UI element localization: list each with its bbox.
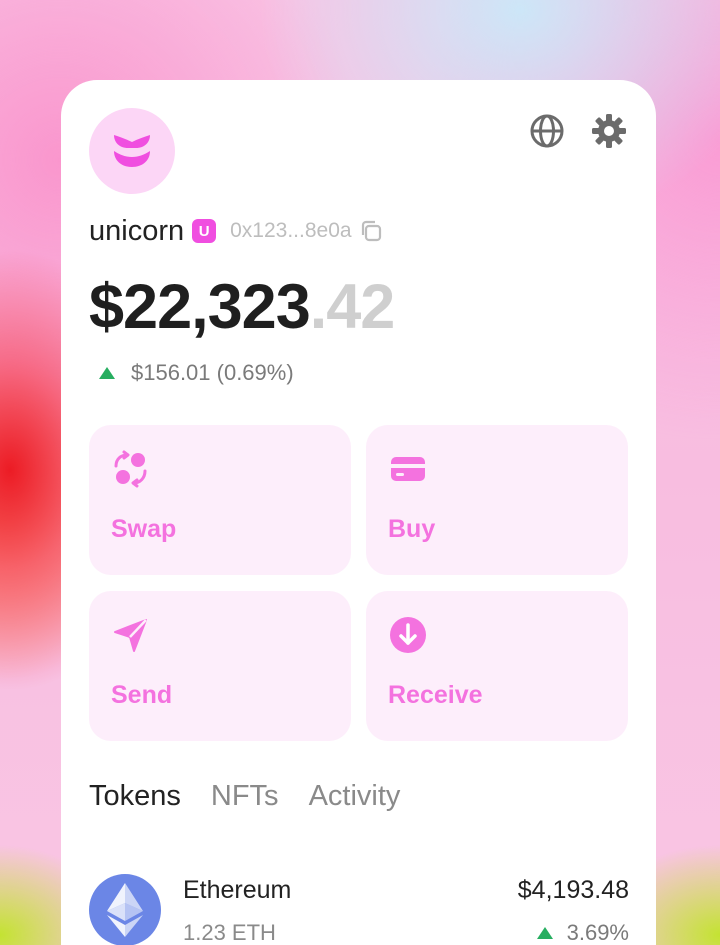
card-icon [388,449,428,489]
copy-icon[interactable] [360,219,384,243]
username: unicorn [89,214,185,247]
account-row: unicorn U 0x123...8e0a [89,214,384,248]
token-change-value: 3.69% [566,920,629,945]
token-amount: 1.23 ETH [183,920,276,945]
swap-button[interactable]: Swap [89,425,351,575]
unicorn-logo-icon [114,135,150,167]
swap-icon [111,449,151,489]
header-actions [528,112,628,150]
receive-icon [388,615,428,655]
buy-label: Buy [388,515,436,543]
globe-icon[interactable] [528,112,566,150]
token-change: 3.69% [536,920,629,945]
balance-change: $156.01 (0.69%) [99,360,294,386]
unitag-badge-icon: U [192,219,217,243]
balance-cents: .42 [309,272,396,342]
receive-button[interactable]: Receive [366,591,628,741]
buy-button[interactable]: Buy [366,425,628,575]
receive-label: Receive [388,681,483,709]
up-arrow-icon [536,927,553,939]
quick-actions: Swap Buy Send Receive [89,425,629,741]
token-value: $4,193.48 [517,876,629,904]
send-button[interactable]: Send [89,591,351,741]
tab-tokens[interactable]: Tokens [89,780,181,813]
gear-icon[interactable] [590,112,628,150]
send-label: Send [111,681,173,709]
balance-whole: $22,323 [89,272,311,342]
swap-label: Swap [111,515,177,543]
balance-change-value: $156.01 (0.69%) [131,360,294,385]
token-row-ethereum[interactable]: Ethereum 1.23 ETH $4,193.48 3.69% [89,872,629,945]
up-arrow-icon [99,367,115,379]
token-name: Ethereum [183,876,292,904]
send-icon [111,615,151,655]
ethereum-icon [89,874,161,945]
wallet-address[interactable]: 0x123...8e0a [230,219,351,243]
tab-nfts[interactable]: NFTs [211,780,279,813]
tab-activity[interactable]: Activity [309,780,401,813]
avatar[interactable] [89,108,175,194]
portfolio-balance: $22,323.42 [89,272,396,342]
wallet-card: unicorn U 0x123...8e0a $22,323.42 $156.0… [61,80,656,945]
portfolio-tabs: Tokens NFTs Activity [89,780,400,813]
